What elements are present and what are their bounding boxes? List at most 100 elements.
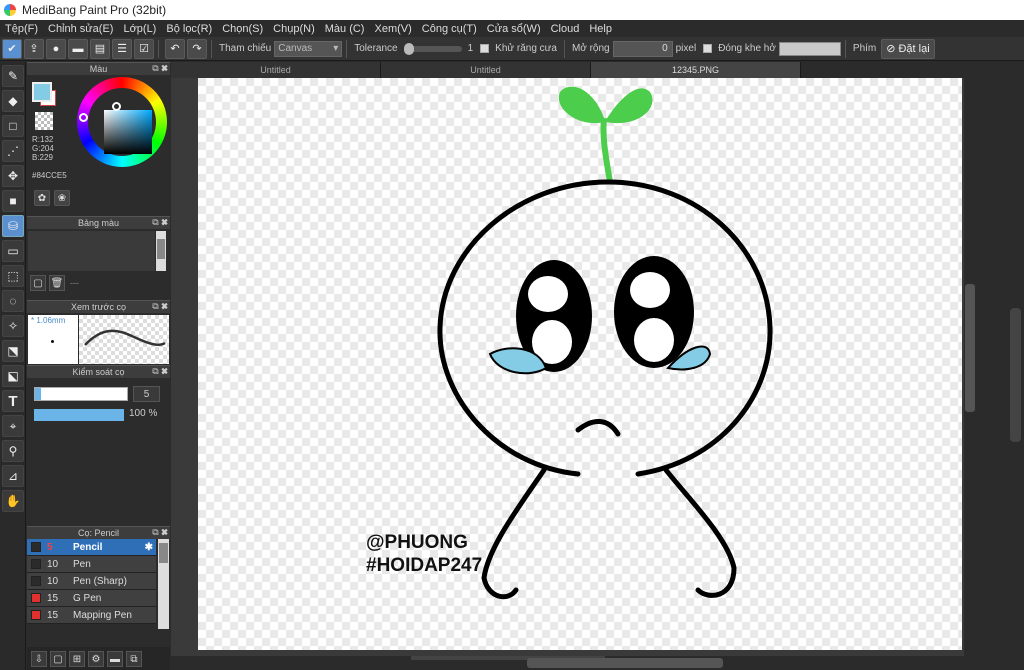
eyedropper-tool-icon[interactable]: ⚲ (2, 440, 24, 462)
opacity-value: 100 % (129, 408, 158, 419)
palette-area[interactable] (28, 231, 155, 271)
document-icon[interactable]: ▤ (90, 38, 110, 59)
panel-close-icon[interactable]: ⧉ ✖ (152, 527, 168, 538)
menu-cloud[interactable]: Cloud (546, 23, 585, 35)
toolbar-divider (844, 39, 846, 58)
brush-settings-icon[interactable]: ⚙ (88, 651, 104, 667)
new-brush-icon[interactable]: ▢ (50, 651, 66, 667)
operation-tool-icon[interactable]: ⌖ (2, 415, 24, 437)
brush-size: 5 (47, 541, 53, 553)
panel-close-icon[interactable]: ⧉ ✖ (152, 301, 168, 312)
document-tabs: Untitled Untitled 12345.PNG (171, 62, 1024, 78)
hue-wheel[interactable] (77, 77, 167, 167)
foreground-color-swatch[interactable] (32, 82, 52, 102)
reference-select[interactable]: Canvas ▾ (274, 40, 343, 57)
dotline-tool-icon[interactable]: ⋰ (2, 140, 24, 162)
menu-filter[interactable]: Bộ lọc(R) (161, 23, 217, 35)
select-rect-tool-icon[interactable]: ⬚ (2, 265, 24, 287)
menu-select[interactable]: Chọn(S) (217, 23, 268, 35)
brush-item-g-pen[interactable]: 15 G Pen (27, 590, 156, 607)
saturation-value-square[interactable] (104, 110, 152, 154)
brush-item-pen-sharp[interactable]: 10 Pen (Sharp) (27, 573, 156, 590)
cloud-icon[interactable]: ✔ (2, 38, 22, 59)
prohibit-icon: ⊘ (886, 43, 896, 55)
scroll-thumb[interactable] (1010, 308, 1021, 442)
text-tool-icon[interactable]: T (2, 390, 24, 412)
color-panel-header: Màu ⧉ ✖ (27, 62, 170, 75)
menu-file[interactable]: Tệp(F) (0, 23, 43, 35)
gradient-tool-icon[interactable]: ▭ (2, 240, 24, 262)
reset-button[interactable]: ⊘ Đặt lại (881, 38, 935, 59)
palette-scrollbar[interactable] (156, 231, 166, 271)
tab-untitled-1[interactable]: Untitled (171, 62, 381, 78)
hand-tool-icon[interactable]: ✋ (2, 490, 24, 512)
panel-close-icon[interactable]: ⧉ ✖ (152, 217, 168, 228)
brush-item-pen[interactable]: 10 Pen (27, 556, 156, 573)
add-brush-icon[interactable]: ⊞ (69, 651, 85, 667)
scroll-thumb[interactable] (965, 284, 975, 412)
drawing-canvas[interactable]: @PHUONG #HOIDAP247 (198, 78, 962, 650)
color-picker-icon[interactable]: ❀ (54, 190, 70, 206)
brush-size-slider[interactable] (34, 387, 128, 401)
tab-12345-png[interactable]: 12345.PNG (591, 62, 801, 78)
slider-knob[interactable] (403, 42, 414, 55)
palette-panel-header: Bảng màu ⧉ ✖ (27, 216, 170, 229)
palette-icon[interactable]: ✿ (34, 190, 50, 206)
redo-icon[interactable]: ↷ (187, 38, 207, 59)
transparent-swatch[interactable] (35, 112, 53, 130)
gear-icon[interactable]: ✱ (145, 542, 153, 553)
menu-help[interactable]: Help (584, 23, 617, 35)
canvas-horizontal-scrollbar[interactable] (171, 656, 1007, 670)
divide-tool-icon[interactable]: ⊿ (2, 465, 24, 487)
brush-size-input[interactable]: 5 (133, 386, 160, 402)
tolerance-slider[interactable] (403, 42, 462, 55)
copy-icon[interactable]: ⧉ (126, 651, 142, 667)
checklist-icon[interactable]: ☑ (134, 38, 154, 59)
select-pen-tool-icon[interactable]: ⬔ (2, 340, 24, 362)
undo-icon[interactable]: ↶ (165, 38, 185, 59)
menu-layer[interactable]: Lớp(L) (118, 23, 161, 35)
trash-icon[interactable]: 🗑 (49, 275, 65, 291)
menu-tools[interactable]: Công cụ(T) (417, 23, 482, 35)
menu-capture[interactable]: Chụp(N) (268, 23, 320, 35)
list-icon[interactable]: ☰ (112, 38, 132, 59)
fill-rect-tool-icon[interactable]: ■ (2, 190, 24, 212)
scroll-thumb[interactable] (527, 658, 723, 668)
close-gap-slider[interactable] (778, 41, 841, 56)
close-gap-checkbox[interactable] (703, 44, 713, 53)
move-tool-icon[interactable]: ✥ (2, 165, 24, 187)
select-eraser-tool-icon[interactable]: ⬕ (2, 365, 24, 387)
menu-view[interactable]: Xem(V) (369, 23, 416, 35)
cloud-download-icon[interactable]: ⇩ (31, 651, 47, 667)
panel-vertical-scrollbar[interactable] (1007, 78, 1024, 670)
hue-marker[interactable] (79, 113, 88, 122)
signature-line-1: @PHUONG (366, 532, 468, 553)
eraser-tool-icon[interactable]: ◆ (2, 90, 24, 112)
lasso-tool-icon[interactable]: ◌ (2, 290, 24, 312)
blue-value: B:229 (32, 153, 53, 162)
upload-icon[interactable]: ⇪ (24, 38, 44, 59)
sv-marker[interactable] (112, 102, 121, 111)
brush-list-scrollbar[interactable] (158, 539, 169, 629)
comment-icon[interactable]: ● (46, 38, 66, 59)
chat-icon[interactable]: ▬ (68, 38, 88, 59)
brush-tool-icon[interactable]: ✎ (2, 65, 24, 87)
expand-input[interactable]: 0 (612, 40, 673, 57)
rect-tool-icon[interactable]: □ (2, 115, 24, 137)
brush-item-pencil[interactable]: 5 Pencil ✱ (27, 539, 156, 556)
bucket-tool-icon[interactable]: ⛁ (2, 215, 24, 237)
antialias-checkbox[interactable] (480, 44, 490, 53)
new-palette-icon[interactable]: ▢ (30, 275, 46, 291)
brush-item-mapping-pen[interactable]: 15 Mapping Pen (27, 607, 156, 624)
panel-close-icon[interactable]: ⧉ ✖ (152, 63, 168, 74)
menu-window[interactable]: Cửa sổ(W) (482, 23, 546, 35)
menu-edit[interactable]: Chỉnh sửa(E) (43, 23, 118, 35)
opacity-slider[interactable] (34, 409, 124, 421)
canvas-vertical-scrollbar[interactable] (964, 78, 976, 656)
menu-color[interactable]: Màu (C) (320, 23, 370, 35)
brush-color-swatch (31, 576, 41, 586)
magic-wand-tool-icon[interactable]: ✧ (2, 315, 24, 337)
folder-icon[interactable]: ▬ (107, 651, 123, 667)
panel-close-icon[interactable]: ⧉ ✖ (152, 366, 168, 377)
tab-untitled-2[interactable]: Untitled (381, 62, 591, 78)
